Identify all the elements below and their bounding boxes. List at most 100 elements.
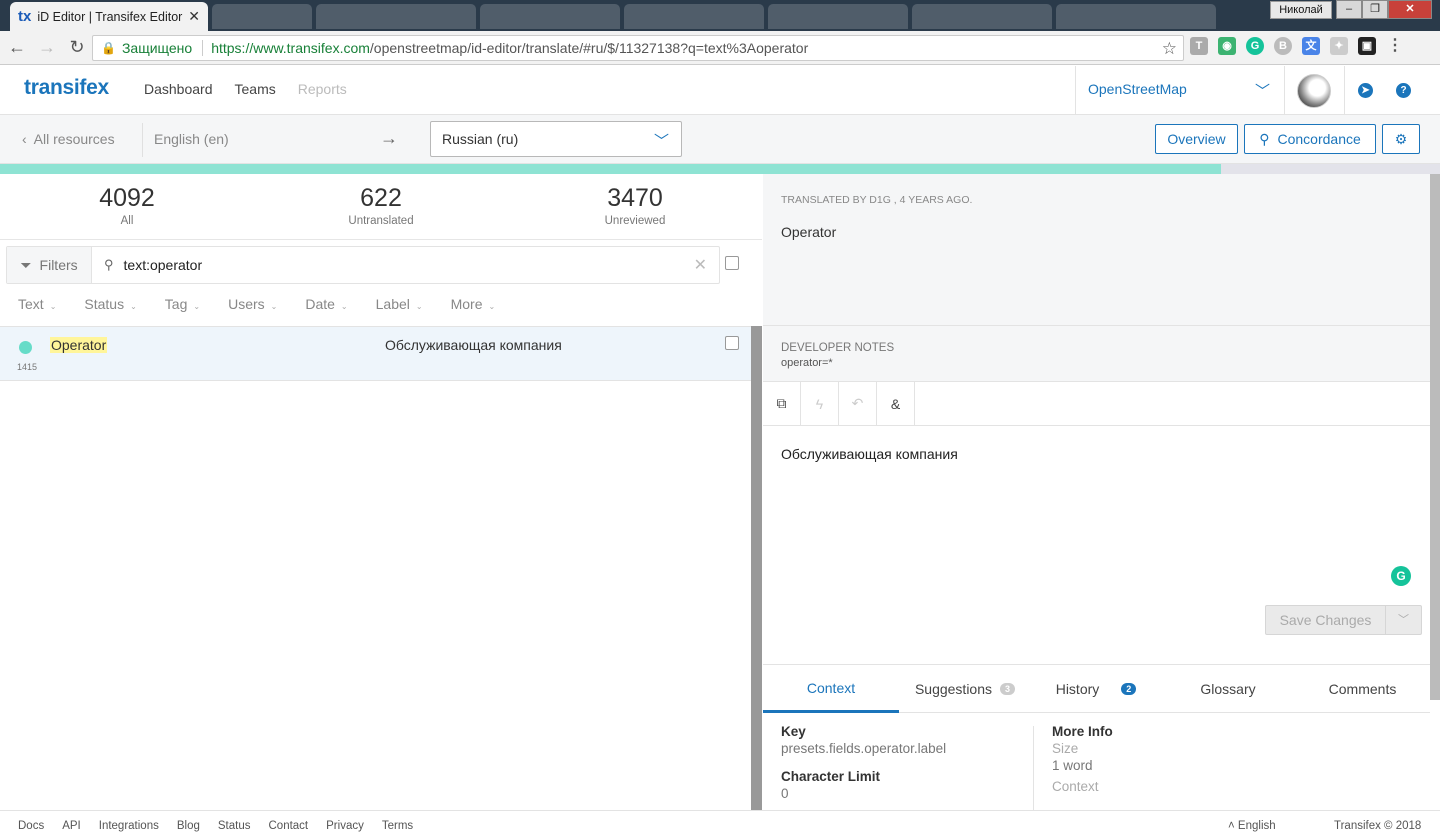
grammarly-icon[interactable]: G [1391,566,1411,586]
stat-untranslated[interactable]: 622 Untranslated [301,184,461,227]
bookmark-star-icon[interactable]: ☆ [1162,39,1177,59]
size-value: 1 word [1052,758,1093,773]
nav-reports[interactable]: Reports [298,81,347,97]
progress-fill [0,164,1222,174]
chevron-down-icon[interactable]: ﹀ [1386,606,1421,634]
sort-date[interactable]: Date ⌄ [305,296,347,312]
translation-textarea[interactable]: Обслуживающая компания [781,446,958,462]
filters-button[interactable]: ⏷ Filters [7,247,92,283]
security-label: Защищено [121,40,193,56]
footer-link-contact[interactable]: Contact [269,820,309,832]
transifex-logo[interactable]: transifex [24,76,109,100]
translation-detail-panel: TRANSLATED BY D1G , 4 YEARS AGO. Operato… [763,174,1440,810]
stat-unreviewed[interactable]: 3470 Unreviewed [555,184,715,227]
footer-links: Docs API Integrations Blog Status Contact Priv… [18,820,413,832]
nav-teams[interactable]: Teams [235,81,276,97]
special-chars-icon[interactable]: & [877,382,915,425]
extension-b-icon[interactable]: B [1274,37,1292,55]
footer-link-terms[interactable]: Terms [382,820,413,832]
settings-button[interactable]: ⚙ [1382,124,1420,154]
sort-users[interactable]: Users ⌄ [228,296,277,312]
extension-map-icon[interactable]: ◉ [1218,37,1236,55]
source-string: Operator [50,337,108,353]
avatar[interactable] [1297,74,1331,108]
all-resources-link[interactable]: ‹ All resources [22,131,115,147]
browser-tab[interactable]: tx iD Editor | Transifex Editor ✕ [10,2,208,31]
more-info-label: More Info [1052,724,1113,739]
save-changes-button[interactable]: Save Changes ﹀ [1265,605,1422,635]
reload-icon[interactable]: ↻ [64,37,90,58]
sort-more[interactable]: More ⌄ [451,296,496,312]
gear-icon: ⚙ [1394,130,1408,147]
sort-tag[interactable]: Tag ⌄ [165,296,200,312]
copy-source-icon[interactable]: ⧉ [763,382,801,425]
footer-link-docs[interactable]: Docs [18,820,44,832]
extension-puzzle-icon[interactable]: ✦ [1330,37,1348,55]
footer-link-blog[interactable]: Blog [177,820,200,832]
panel-resize-scrollbar[interactable] [751,326,762,810]
menu-icon[interactable]: ⋮ [1386,37,1404,55]
close-window-icon[interactable]: ✕ [1388,0,1432,19]
footer-link-privacy[interactable]: Privacy [326,820,364,832]
tab-history[interactable]: History 2 [1031,665,1161,713]
row-checkbox[interactable] [725,336,739,350]
back-icon[interactable]: ← [4,37,30,58]
page-footer: Docs API Integrations Blog Status Contact Priv… [0,810,1440,838]
translated-by: TRANSLATED BY D1G , 4 YEARS AGO. [781,194,973,206]
browser-tab-other[interactable] [316,4,476,29]
tab-context[interactable]: Context [763,665,899,713]
concordance-button[interactable]: ⚲ Concordance [1244,124,1376,154]
close-tab-icon[interactable]: ✕ [188,8,200,25]
project-selector[interactable]: OpenStreetMap ﹀ [1075,66,1285,114]
sort-text[interactable]: Text ⌄ [18,296,56,312]
lightning-icon[interactable]: ϟ [801,382,839,425]
app-header: transifex Dashboard Teams Reports OpenSt… [0,66,1440,115]
tab-glossary[interactable]: Glossary [1161,665,1295,713]
browser-tab-other[interactable] [624,4,764,29]
footer-language-select[interactable]: ˄ English [1228,820,1276,832]
filter-bar: ⏷ Filters ⚲ text:operator ✕ [6,246,720,284]
help-icon[interactable]: ? [1396,83,1411,98]
tab-comments[interactable]: Comments [1295,665,1430,713]
context-panel: Key presets.fields.operator.label Charac… [763,714,1430,810]
stats-bar: 4092 All 622 Untranslated 3470 Unreviewe… [0,174,762,240]
sort-status[interactable]: Status ⌄ [84,296,136,312]
footer-copyright: Transifex © 2018 [1334,820,1422,832]
target-language-select[interactable]: Russian (ru) ﹀ [430,121,682,157]
grammarly-icon[interactable]: G [1246,37,1264,55]
stat-all[interactable]: 4092 All [47,184,207,227]
char-limit-label: Character Limit [781,769,881,784]
maximize-icon[interactable]: ❐ [1362,0,1388,19]
extension-glasses-icon[interactable]: ▣ [1358,37,1376,55]
extension-icons: T ◉ G B 文 ✦ ▣ ⋮ [1190,37,1404,55]
footer-link-integrations[interactable]: Integrations [99,820,159,832]
browser-tab-other[interactable] [1056,4,1216,29]
browser-tab-other[interactable] [480,4,620,29]
browser-tab-other[interactable] [912,4,1052,29]
clear-search-icon[interactable]: ✕ [694,255,707,275]
tab-suggestions[interactable]: Suggestions 3 [899,665,1031,713]
minimize-icon[interactable]: – [1336,0,1362,19]
browser-tab-other[interactable] [768,4,908,29]
browser-tab-new[interactable] [212,4,312,29]
overview-button[interactable]: Overview [1155,124,1238,154]
main-nav: Dashboard Teams Reports [144,81,347,97]
sort-label[interactable]: Label ⌄ [376,296,423,312]
key-label: Key [781,724,806,739]
footer-link-api[interactable]: API [62,820,81,832]
translate-icon[interactable]: 文 [1302,37,1320,55]
extension-t-icon[interactable]: T [1190,37,1208,55]
url-field[interactable]: 🔒 Защищено https://www.transifex.com/ope… [92,35,1184,61]
search-input[interactable]: ⚲ text:operator ✕ [92,247,719,283]
size-label: Size [1052,741,1079,756]
list-item[interactable]: Operator 1415 Обслуживающая компания [0,326,752,381]
undo-icon[interactable]: ↶ [839,382,877,425]
compass-icon[interactable]: ➤ [1358,83,1373,98]
funnel-icon: ⏷ [20,256,32,273]
column-sort-bar: Text ⌄ Status ⌄ Tag ⌄ Users ⌄ Date ⌄ Label ⌄ M… [18,296,523,312]
nav-dashboard[interactable]: Dashboard [144,81,213,97]
right-scrollbar[interactable] [1430,174,1440,700]
footer-link-status[interactable]: Status [218,820,251,832]
forward-icon[interactable]: → [34,37,60,58]
select-all-checkbox[interactable] [725,256,739,270]
